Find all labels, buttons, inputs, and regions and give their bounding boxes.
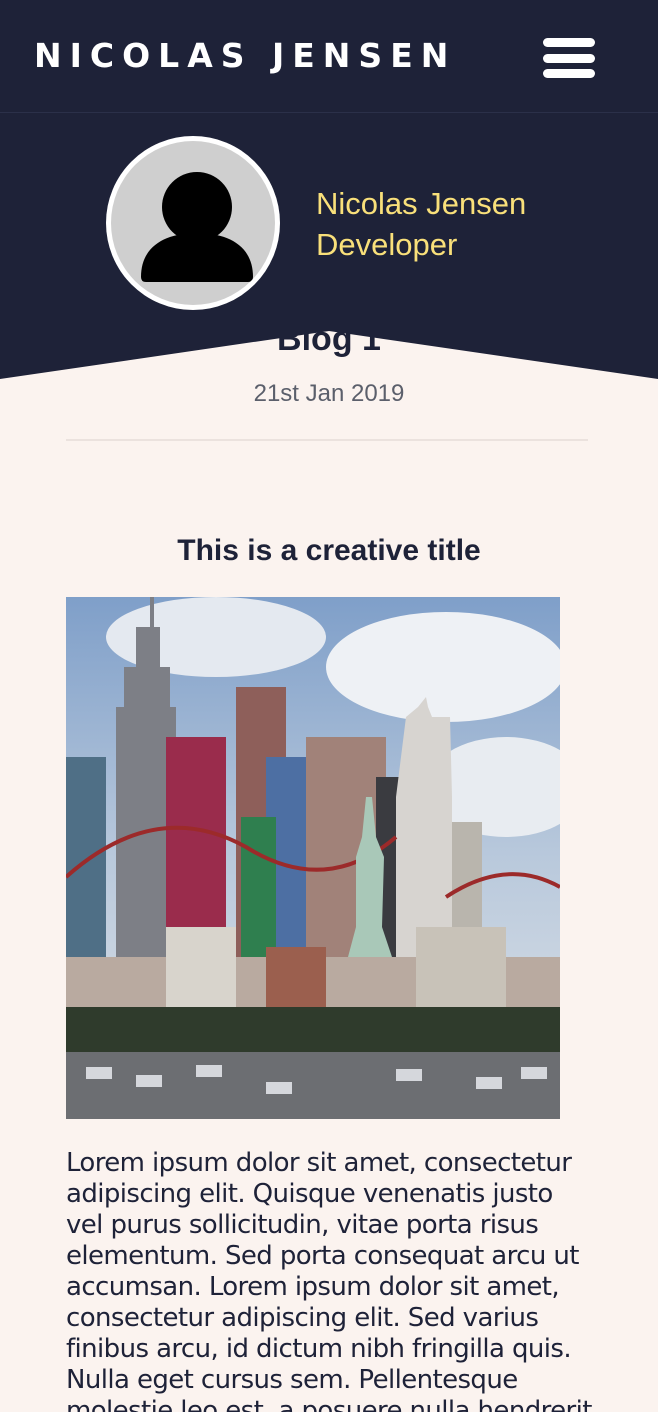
profile-role: Developer [316,227,458,262]
divider [66,439,588,441]
page: NICOLAS JENSEN Blog 1 Nicolas Jensen Dev… [0,0,658,1412]
user-silhouette-icon [111,141,275,305]
hamburger-menu-icon[interactable] [540,35,598,81]
menu-line [543,54,595,63]
site-brand[interactable]: NICOLAS JENSEN [34,36,456,76]
profile-name: Nicolas Jensen [316,186,527,221]
menu-line [543,69,595,78]
post-body-text: Lorem ipsum dolor sit amet, consectetur … [66,1148,592,1412]
post-date: 21st Jan 2019 [253,380,405,407]
avatar [106,136,280,310]
post-title: This is a creative title [177,534,481,567]
menu-line [543,38,595,47]
top-navigation-bar: NICOLAS JENSEN [0,0,658,113]
city-skyline-photo [66,597,560,1119]
